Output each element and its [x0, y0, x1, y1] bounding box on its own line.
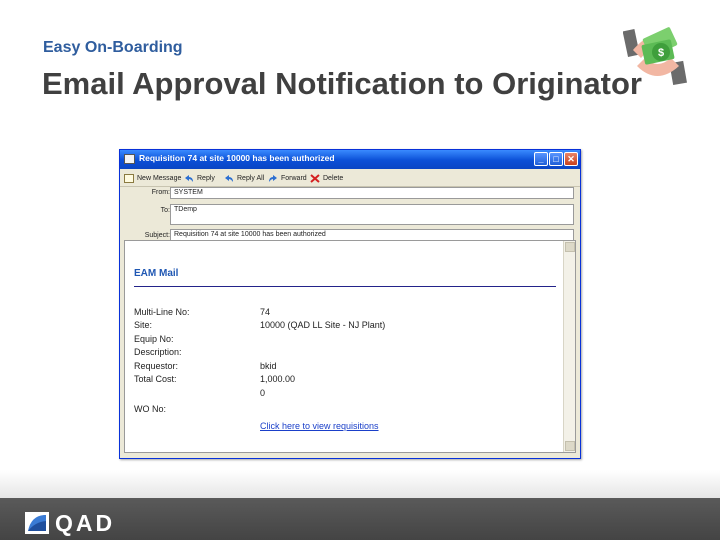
message-toolbar: New Message Reply Reply All Forward Dele…: [120, 170, 580, 187]
delete-icon: [310, 174, 320, 183]
qad-logo-icon: [25, 512, 49, 534]
total-cost-label: Total Cost:: [134, 374, 177, 384]
reply-label: Reply: [197, 175, 215, 182]
subject-label: Subject:: [144, 232, 170, 239]
total-cost-value: 1,000.00: [260, 374, 296, 384]
view-requisitions-link[interactable]: Click here to view requisitions: [260, 421, 379, 431]
delete-button[interactable]: Delete: [310, 173, 343, 184]
site-label: Site:: [134, 320, 153, 330]
slide-subtitle: Easy On-Boarding: [43, 39, 183, 56]
forward-button[interactable]: Forward: [268, 173, 307, 184]
message-scrollbar[interactable]: [563, 241, 575, 452]
new-message-icon: [124, 174, 134, 183]
wo-no-label: WO No:: [134, 404, 167, 414]
requestor-value: bkid: [260, 361, 277, 371]
minimize-button[interactable]: _: [534, 152, 548, 166]
forward-label: Forward: [281, 175, 307, 182]
reply-button[interactable]: Reply: [184, 173, 215, 184]
eam-mail-heading: EAM Mail: [134, 268, 179, 279]
from-field[interactable]: SYSTEM: [170, 187, 574, 199]
extra-value: 0: [260, 388, 266, 398]
multi-line-no-value: 74: [260, 307, 271, 317]
maximize-button[interactable]: □: [549, 152, 563, 166]
description-label: Description:: [134, 347, 182, 357]
email-window: Requisition 74 at site 10000 has been au…: [119, 149, 581, 459]
footer-fade: [0, 470, 720, 498]
equip-no-label: Equip No:: [134, 334, 174, 344]
reply-all-button[interactable]: Reply All: [224, 173, 264, 184]
reply-all-label: Reply All: [237, 175, 265, 182]
multi-line-no-label: Multi-Line No:: [134, 307, 190, 317]
svg-text:$: $: [658, 47, 664, 59]
new-message-label: New Message: [137, 175, 182, 182]
scroll-up-arrow-icon[interactable]: [565, 242, 575, 252]
new-message-button[interactable]: New Message: [124, 173, 181, 184]
to-field[interactable]: TDemp: [170, 204, 574, 225]
delete-label: Delete: [323, 175, 344, 182]
reply-icon: [184, 174, 194, 183]
qad-logo-text: QAD: [55, 510, 116, 536]
close-button[interactable]: ✕: [564, 152, 578, 166]
money-hand-logo-icon: $: [623, 27, 687, 86]
requestor-label: Requestor:: [134, 361, 179, 371]
message-body[interactable]: EAM Mail Multi-Line No: 74 Site: 10000 (…: [124, 240, 576, 453]
heading-divider: [134, 286, 556, 287]
window-titlebar[interactable]: Requisition 74 at site 10000 has been au…: [120, 150, 580, 169]
forward-icon: [268, 174, 278, 183]
site-value: 10000 (QAD LL Site - NJ Plant): [260, 320, 386, 330]
from-label: From:: [151, 189, 170, 196]
slide-title: Email Approval Notification to Originato…: [42, 66, 642, 101]
scroll-down-arrow-icon[interactable]: [565, 441, 575, 451]
reply-all-icon: [224, 174, 234, 183]
window-title: Requisition 74 at site 10000 has been au…: [139, 153, 335, 163]
message-icon: [124, 154, 135, 164]
to-label: To:: [160, 207, 170, 214]
